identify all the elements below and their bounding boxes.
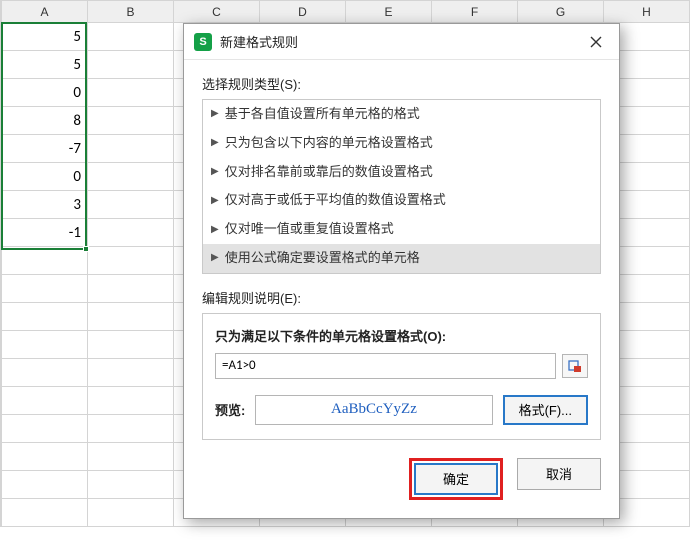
cell-a7[interactable]: 3 xyxy=(2,191,88,219)
col-header-e[interactable]: E xyxy=(346,1,432,23)
preview-label: 预览: xyxy=(215,400,245,419)
cell-a3[interactable]: 0 xyxy=(2,79,88,107)
cancel-button[interactable]: 取消 xyxy=(517,458,601,490)
preview-sample-box: AaBbCcYyZz xyxy=(255,395,492,425)
cell-a2[interactable]: 5 xyxy=(2,51,88,79)
cell-a8[interactable]: -1 xyxy=(2,219,88,247)
range-picker-icon xyxy=(568,359,582,373)
cell-a4[interactable]: 8 xyxy=(2,107,88,135)
col-header-f[interactable]: F xyxy=(432,1,518,23)
col-header-g[interactable]: G xyxy=(518,1,604,23)
condition-label: 只为满足以下条件的单元格设置格式(O): xyxy=(215,326,588,345)
cell-a1[interactable]: 5 xyxy=(2,23,88,51)
new-format-rule-dialog: S 新建格式规则 选择规则类型(S): ▶基于各自值设置所有单元格的格式 ▶只为… xyxy=(183,23,620,519)
dialog-titlebar[interactable]: S 新建格式规则 xyxy=(184,24,619,60)
col-header-c[interactable]: C xyxy=(174,1,260,23)
arrow-icon: ▶ xyxy=(211,222,219,238)
ok-button[interactable]: 确定 xyxy=(414,463,498,495)
close-icon xyxy=(590,36,602,48)
app-icon: S xyxy=(194,33,212,51)
arrow-icon: ▶ xyxy=(211,193,219,209)
col-header-b[interactable]: B xyxy=(88,1,174,23)
rule-type-list[interactable]: ▶基于各自值设置所有单元格的格式 ▶只为包含以下内容的单元格设置格式 ▶仅对排名… xyxy=(202,99,601,274)
edit-rule-label: 编辑规则说明(E): xyxy=(202,288,601,307)
close-button[interactable] xyxy=(581,28,611,56)
col-header-d[interactable]: D xyxy=(260,1,346,23)
col-header-h[interactable]: H xyxy=(604,1,690,23)
col-header-a[interactable]: A xyxy=(2,1,88,23)
arrow-icon: ▶ xyxy=(211,250,219,266)
ok-highlight: 确定 xyxy=(409,458,503,500)
rule-type-item-4[interactable]: ▶仅对唯一值或重复值设置格式 xyxy=(203,215,600,244)
arrow-icon: ▶ xyxy=(211,164,219,180)
rule-type-item-2[interactable]: ▶仅对排名靠前或靠后的数值设置格式 xyxy=(203,158,600,187)
range-picker-button[interactable] xyxy=(562,354,588,378)
formula-input[interactable] xyxy=(215,353,556,379)
dialog-title: 新建格式规则 xyxy=(220,32,581,51)
arrow-icon: ▶ xyxy=(211,106,219,122)
cell-a6[interactable]: 0 xyxy=(2,163,88,191)
rule-type-item-3[interactable]: ▶仅对高于或低于平均值的数值设置格式 xyxy=(203,186,600,215)
rule-type-item-1[interactable]: ▶只为包含以下内容的单元格设置格式 xyxy=(203,129,600,158)
preview-sample-text: AaBbCcYyZz xyxy=(331,401,417,418)
rule-type-section-label: 选择规则类型(S): xyxy=(202,74,601,93)
arrow-icon: ▶ xyxy=(211,135,219,151)
format-button[interactable]: 格式(F)... xyxy=(503,395,588,425)
rule-type-item-5[interactable]: ▶使用公式确定要设置格式的单元格 xyxy=(203,244,600,273)
rule-type-item-0[interactable]: ▶基于各自值设置所有单元格的格式 xyxy=(203,100,600,129)
cell-a5[interactable]: -7 xyxy=(2,135,88,163)
edit-rule-box: 只为满足以下条件的单元格设置格式(O): 预览: AaBbCcYyZz 格式(F… xyxy=(202,313,601,440)
